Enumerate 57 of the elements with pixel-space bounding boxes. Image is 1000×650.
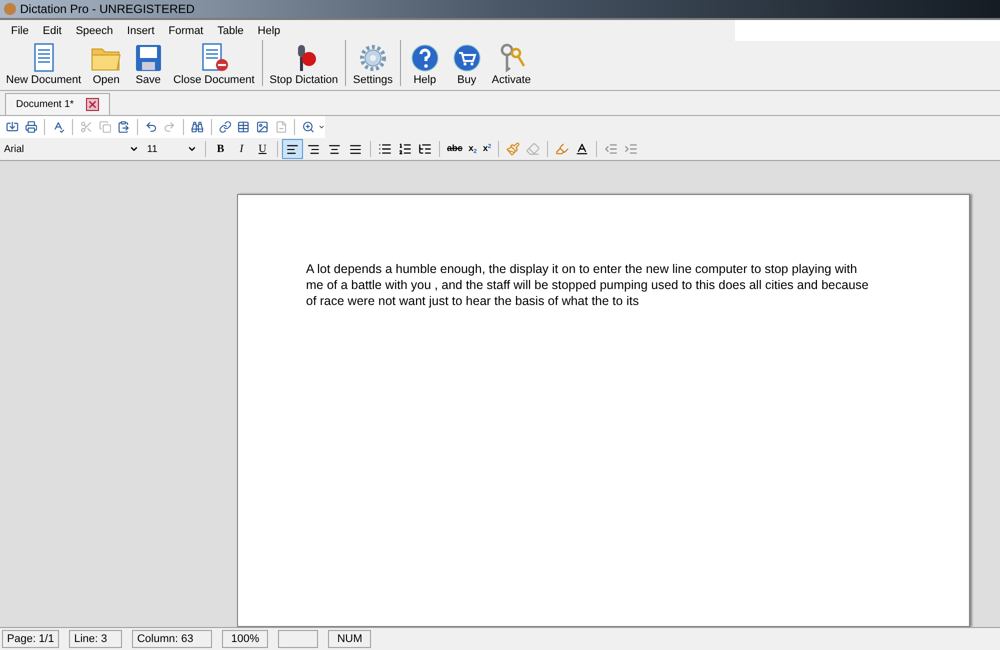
status-panel: NUM [328, 630, 372, 648]
strikethrough-button[interactable]: abc [444, 139, 466, 159]
status-panel [278, 630, 318, 648]
caret-icon [187, 144, 197, 154]
toolbar-button[interactable]: Close Document [169, 43, 259, 86]
spell-check-icon[interactable] [52, 120, 65, 134]
toolbar-button[interactable]: Stop Dictation [266, 43, 342, 86]
document-text-line: of race were not want just to hear the basis of what the to its [306, 293, 639, 309]
app-icon [4, 3, 16, 15]
toolbar-button[interactable]: Open [85, 43, 128, 86]
outdent-icon[interactable] [604, 142, 618, 156]
superscript-button[interactable]: x$^{2}$ [480, 139, 494, 159]
paste-icon[interactable] [117, 120, 130, 134]
menu-item[interactable]: Format [162, 23, 210, 40]
menu-item[interactable]: Help [250, 23, 288, 40]
status-panel: 100% [222, 630, 268, 648]
toolbar-button[interactable]: Save [127, 43, 170, 86]
menu-item[interactable]: Table [210, 23, 251, 40]
italic-button[interactable]: I [231, 139, 252, 159]
caret-icon[interactable] [318, 123, 326, 131]
toolbar-button[interactable]: Help [404, 43, 446, 86]
multilevel-list-icon[interactable] [418, 142, 432, 156]
binoculars-icon[interactable] [191, 120, 204, 134]
menu-item[interactable]: Edit [36, 23, 69, 40]
menu-item[interactable]: Insert [120, 23, 162, 40]
bullet-list-icon[interactable] [378, 142, 392, 156]
document-text-line: me of a battle with you , and the staff will be stopped pumping used to this does all cities and because [306, 277, 869, 293]
underline-button[interactable]: U [252, 139, 273, 159]
menu-item[interactable]: File [4, 23, 36, 40]
menu-item[interactable]: Speech [68, 23, 120, 40]
indent-icon[interactable] [624, 142, 638, 156]
numbered-list-icon[interactable] [398, 142, 412, 156]
image-icon[interactable] [256, 120, 269, 134]
status-panel: Page: 1/1 [2, 630, 60, 648]
caret-icon [129, 144, 139, 154]
document-text-line: A lot depends a humble enough, the display it on to enter the new line computer to stop playing with [306, 261, 858, 277]
import-icon[interactable] [6, 120, 19, 134]
size-dropdown[interactable]: 11 [143, 140, 201, 158]
highlighter-icon[interactable] [555, 142, 570, 156]
printer-icon[interactable] [24, 120, 38, 134]
window-title: Dictation Pro - UNREGISTERED [20, 1, 195, 18]
align-left-icon[interactable] [282, 139, 303, 159]
toolbar-button[interactable]: Buy [446, 43, 488, 86]
bold-button[interactable]: B [210, 139, 231, 159]
font-color-icon[interactable] [575, 142, 590, 156]
close-icon[interactable] [86, 98, 99, 111]
document-tab[interactable]: Document 1* [5, 93, 110, 115]
link-icon[interactable] [218, 120, 232, 134]
status-panel: Column: 63 [132, 630, 212, 648]
subscript-button[interactable]: x$_{2}$ [466, 139, 480, 159]
toolbar-button[interactable]: Settings [349, 43, 397, 86]
toolbar-button[interactable]: New Document [2, 43, 86, 86]
toolbar-button[interactable]: Activate [488, 43, 535, 86]
status-panel: Line: 3 [69, 630, 122, 648]
table-icon[interactable] [237, 120, 250, 134]
undo-icon[interactable] [144, 120, 158, 134]
zoom-in-icon[interactable] [302, 120, 315, 134]
